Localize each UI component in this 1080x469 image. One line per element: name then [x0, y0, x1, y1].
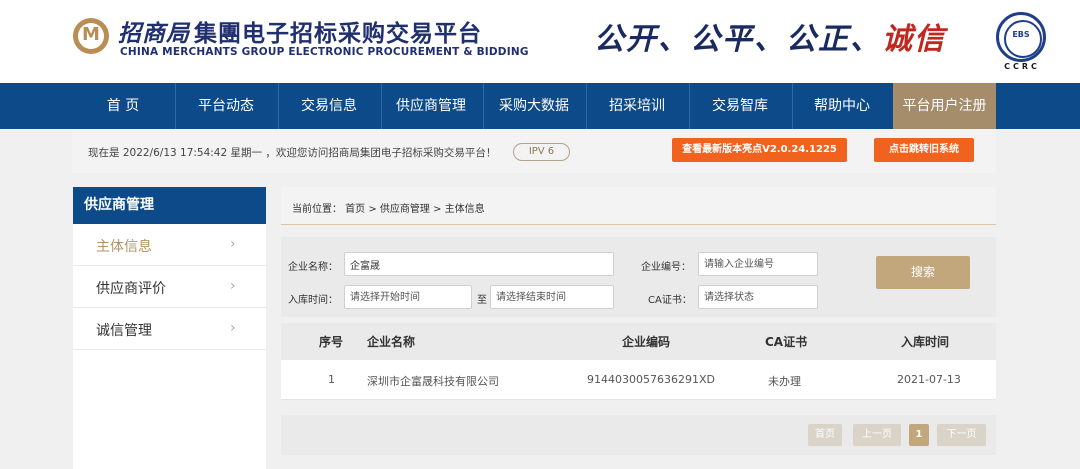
row-divider [281, 399, 996, 400]
sidebar-background [73, 350, 266, 469]
breadcrumb: 当前位置： 首页 > 供应商管理 > 主体信息 [292, 204, 485, 215]
ca-cert-select[interactable] [698, 285, 818, 309]
nav-item-user-register[interactable]: 平台用户注册 [893, 83, 996, 129]
prev-page-button[interactable]: 上一页 [853, 424, 901, 446]
next-page-button[interactable]: 下一页 [937, 424, 986, 446]
new-version-button[interactable]: 查看最新版本亮点V2.0.24.1225 [672, 138, 847, 162]
cell-storage-date: 2021-07-13 [897, 373, 961, 386]
cell-ca-cert: 未办理 [768, 375, 801, 388]
first-page-button[interactable]: 首页 [808, 424, 842, 446]
nav-item-trade-info[interactable]: 交易信息 [279, 83, 379, 129]
cmg-logo-icon[interactable] [73, 18, 109, 54]
current-page-button[interactable]: 1 [909, 424, 929, 446]
old-system-button[interactable]: 点击跳转旧系统 [874, 138, 974, 162]
end-date-input[interactable] [490, 285, 614, 309]
start-date-input[interactable] [344, 285, 472, 309]
nav-item-home[interactable]: 首 页 [74, 83, 172, 129]
platform-title-cn: 招商局 集團电子招标采购交易平台 [118, 14, 482, 48]
col-header-storage-date: 入库时间 [901, 335, 950, 349]
nav-item-help-center[interactable]: 帮助中心 [793, 83, 891, 129]
ccrc-label: CCRC [1004, 62, 1040, 71]
chevron-right-icon: › [230, 278, 236, 294]
cell-company-name[interactable]: 深圳市企富晟科技有限公司 [367, 373, 499, 389]
col-header-index: 序号 [319, 335, 344, 349]
main-nav: 首 页 平台动态 交易信息 供应商管理 采购大数据 招采培训 交易智库 帮助中心… [0, 83, 1080, 129]
slogan: 公开、公平、公正、诚信 [594, 14, 946, 58]
company-name-input[interactable] [344, 252, 614, 276]
chevron-right-icon: › [230, 320, 236, 336]
pagination: 首页 上一页 1 下一页 [281, 415, 996, 455]
platform-title-en: CHINA MERCHANTS GROUP ELECTRONIC PROCURE… [120, 46, 529, 58]
breadcrumb-bar: 当前位置： 首页 > 供应商管理 > 主体信息 [281, 187, 996, 225]
cell-company-code: 9144030057636291XD [587, 373, 715, 386]
chevron-right-icon: › [230, 236, 236, 252]
table-header: 序号 企业名称 企业编码 CA证书 入库时间 [281, 323, 996, 360]
nav-item-platform-news[interactable]: 平台动态 [176, 83, 276, 129]
sidebar-item-label: 诚信管理 [96, 323, 152, 339]
sidebar-item-label: 主体信息 [96, 239, 152, 255]
info-bar: 现在是 2022/6/13 17:54:42 星期一 ，欢迎您访问招商局集团电子… [72, 129, 996, 173]
ebs-badge-text: EBS [1012, 30, 1030, 39]
nav-item-think-tank[interactable]: 交易智库 [690, 83, 790, 129]
search-button[interactable]: 搜索 [876, 256, 970, 289]
results-table: 序号 企业名称 企业编码 CA证书 入库时间 1 深圳市企富晟科技有限公司 91… [281, 323, 996, 400]
site-header: 招商局集團电子招标采购交易平台 CHINA MERCHANTS GROUP EL… [0, 0, 1080, 83]
platform-title-text: 集團电子招标采购交易平台 [194, 21, 482, 47]
nav-item-procurement-bigdata[interactable]: 采购大数据 [484, 83, 584, 129]
slogan-main: 公开、公平、公正、 [594, 22, 882, 57]
storage-date-label: 入库时间： [288, 295, 338, 306]
sidebar-item-label: 供应商评价 [96, 281, 166, 297]
ca-cert-label: CA证书： [648, 295, 692, 306]
ebs-badge-icon: EBS [996, 12, 1046, 62]
sidebar-item-entity-info[interactable]: 主体信息 › [73, 224, 266, 266]
cell-index: 1 [328, 373, 335, 386]
slogan-red: 诚信 [882, 22, 946, 57]
sidebar-item-supplier-evaluation[interactable]: 供应商评价 › [73, 266, 266, 308]
brand-name: 招商局 [118, 20, 190, 47]
col-header-company-code: 企业编码 [622, 335, 671, 349]
date-range-separator: 至 [477, 295, 487, 306]
nav-item-training[interactable]: 招采培训 [587, 83, 687, 129]
company-name-label: 企业名称： [288, 262, 338, 273]
sidebar-title: 供应商管理 [73, 187, 266, 224]
col-header-company-name: 企业名称 [367, 335, 416, 349]
company-code-label: 企业编号： [641, 262, 691, 273]
welcome-datetime-text: 现在是 2022/6/13 17:54:42 星期一 ，欢迎您访问招商局集团电子… [88, 147, 497, 159]
ipv6-badge: IPV 6 [513, 143, 570, 161]
company-code-input[interactable] [698, 252, 818, 276]
sidebar-item-integrity-management[interactable]: 诚信管理 › [73, 308, 266, 350]
col-header-ca-cert: CA证书 [765, 335, 808, 349]
nav-item-supplier-management[interactable]: 供应商管理 [382, 83, 480, 129]
